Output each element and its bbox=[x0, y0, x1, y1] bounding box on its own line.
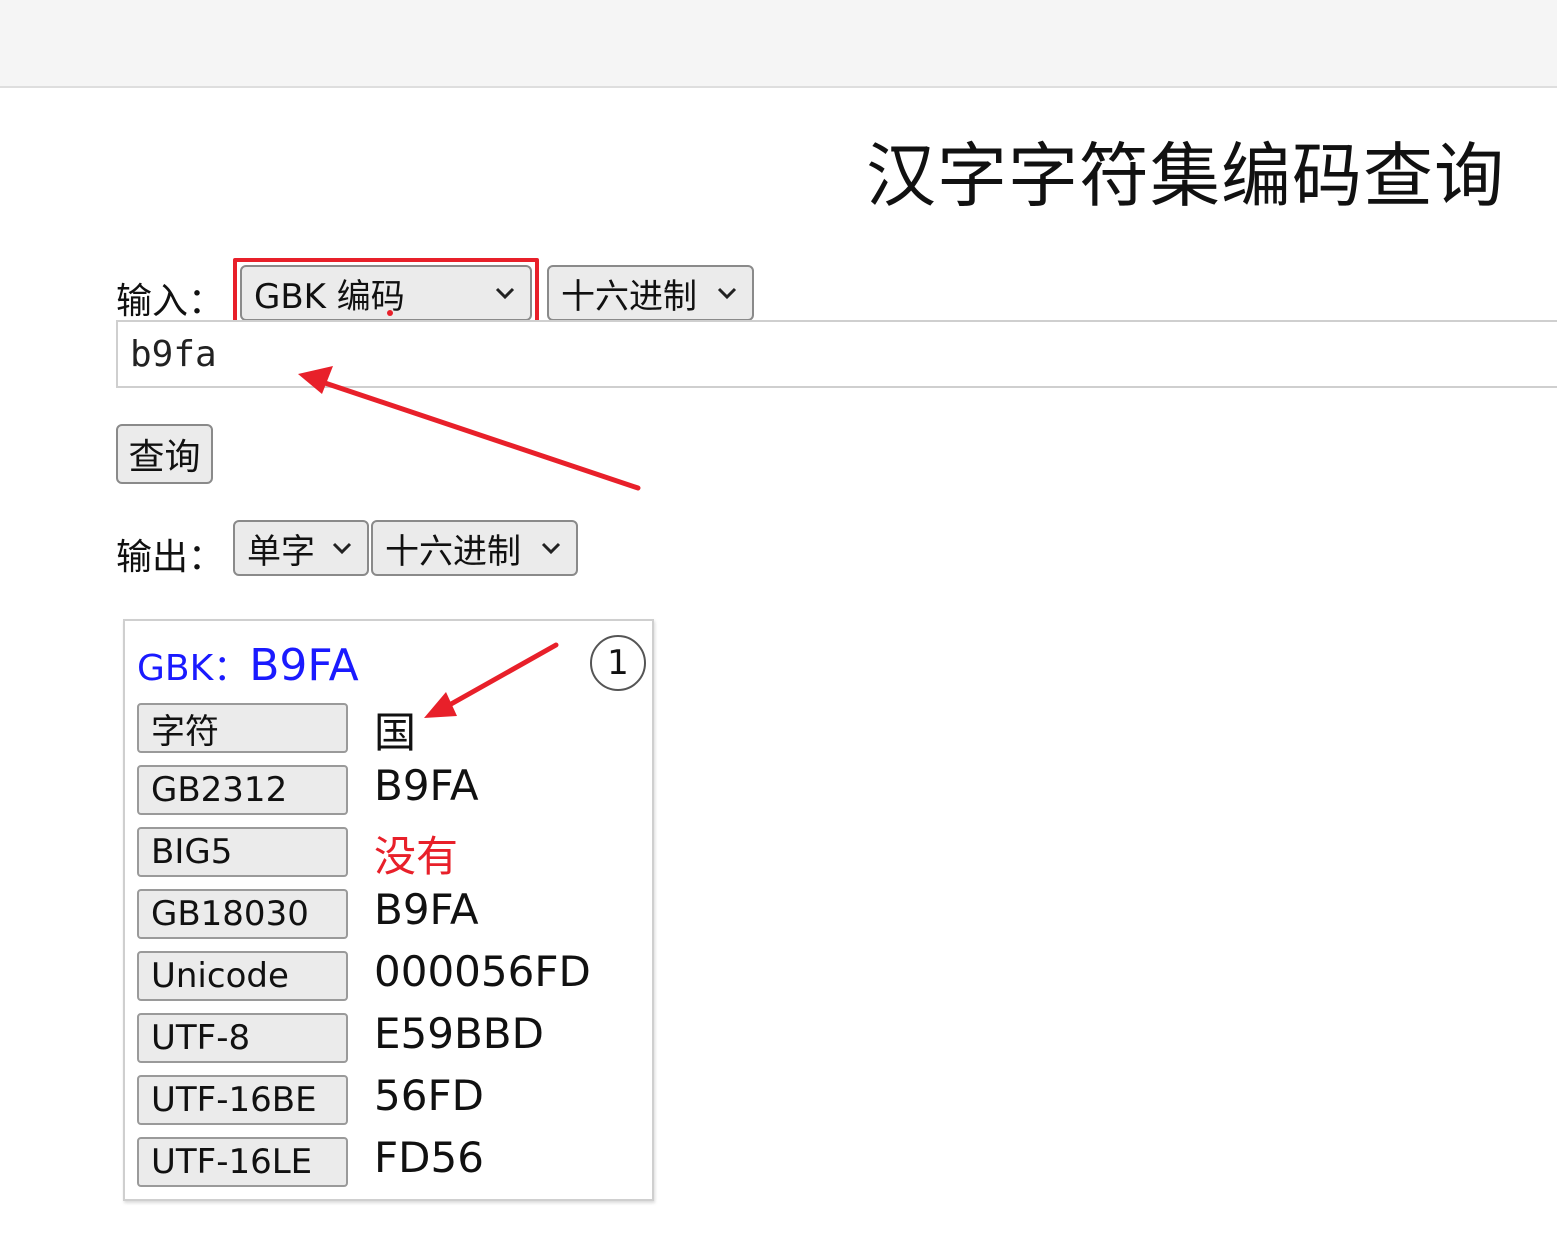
annotation-highlight-box bbox=[233, 258, 539, 327]
result-row-key[interactable]: UTF-8 bbox=[137, 1013, 348, 1063]
result-row-value: 56FD bbox=[374, 1071, 484, 1120]
output-mode-select-value: 单字 bbox=[247, 531, 315, 572]
result-row-key[interactable]: GB2312 bbox=[137, 765, 348, 815]
result-row-key[interactable]: UTF-16LE bbox=[137, 1137, 348, 1187]
chevron-down-icon bbox=[332, 542, 352, 555]
result-row-value: FD56 bbox=[374, 1133, 484, 1182]
result-index-badge: 1 bbox=[590, 635, 646, 691]
result-header-key: GBK： bbox=[137, 648, 250, 689]
result-row-value: B9FA bbox=[374, 885, 479, 934]
result-card: GBK：B9FA 1 字符 国 GB2312 B9FA BIG5 没有 GB18… bbox=[123, 619, 654, 1201]
result-row: Unicode 000056FD bbox=[137, 947, 637, 1001]
result-row-key[interactable]: BIG5 bbox=[137, 827, 348, 877]
input-radix-select-value: 十六进制 bbox=[561, 276, 697, 317]
chevron-down-icon bbox=[717, 287, 737, 300]
result-row: UTF-16LE FD56 bbox=[137, 1133, 637, 1187]
result-row-value: 000056FD bbox=[374, 947, 591, 996]
result-row: 字符 国 bbox=[137, 703, 637, 757]
output-radix-select-value: 十六进制 bbox=[385, 531, 521, 572]
result-row-key[interactable]: UTF-16BE bbox=[137, 1075, 348, 1125]
result-row-key[interactable]: GB18030 bbox=[137, 889, 348, 939]
result-row-key[interactable]: 字符 bbox=[137, 703, 348, 753]
code-input[interactable] bbox=[116, 320, 1557, 388]
result-header-value: B9FA bbox=[249, 640, 359, 691]
result-row: GB2312 B9FA bbox=[137, 761, 637, 815]
result-row-value: 国 bbox=[374, 708, 417, 757]
result-row: BIG5 没有 bbox=[137, 827, 637, 881]
result-row-key[interactable]: Unicode bbox=[137, 951, 348, 1001]
output-label: 输出： bbox=[116, 537, 225, 578]
result-row-value: E59BBD bbox=[374, 1009, 544, 1058]
output-mode-select[interactable]: 单字 bbox=[233, 520, 369, 576]
query-button[interactable]: 查询 bbox=[116, 424, 213, 484]
input-radix-select[interactable]: 十六进制 bbox=[547, 265, 754, 321]
result-header: GBK：B9FA bbox=[137, 639, 359, 691]
result-row: UTF-16BE 56FD bbox=[137, 1071, 637, 1125]
result-row: UTF-8 E59BBD bbox=[137, 1009, 637, 1063]
input-label: 输入： bbox=[116, 281, 225, 322]
chevron-down-icon bbox=[541, 542, 561, 555]
page-title: 汉字字符集编码查询 bbox=[866, 135, 1505, 217]
result-row: GB18030 B9FA bbox=[137, 885, 637, 939]
result-row-value: B9FA bbox=[374, 761, 479, 810]
result-row-value-missing: 没有 bbox=[374, 832, 459, 881]
output-radix-select[interactable]: 十六进制 bbox=[371, 520, 578, 576]
browser-toolbar bbox=[0, 0, 1557, 88]
